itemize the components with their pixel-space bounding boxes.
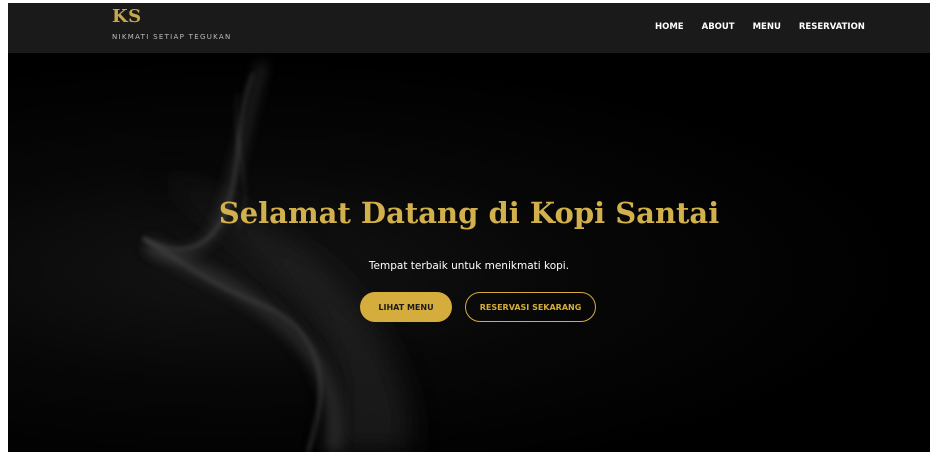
hero-subtitle: Tempat terbaik untuk menikmati kopi. (368, 260, 570, 272)
nav-item-home[interactable]: HOME (655, 22, 684, 32)
nav-item-about[interactable]: ABOUT (702, 22, 735, 32)
reserve-now-button[interactable]: RESERVASI SEKARANG (465, 292, 596, 322)
navbar: KS NIKMATI SETIAP TEGUKAN HOME ABOUT MEN… (8, 3, 930, 53)
nav-item-reservation[interactable]: RESERVATION (799, 22, 865, 32)
nav-item-menu[interactable]: MENU (753, 22, 781, 32)
hero-section: Selamat Datang di Kopi Santai Tempat ter… (8, 53, 930, 452)
page-frame: KS NIKMATI SETIAP TEGUKAN HOME ABOUT MEN… (8, 3, 930, 452)
view-menu-button[interactable]: LIHAT MENU (360, 292, 452, 322)
hero-title: Selamat Datang di Kopi Santai (218, 196, 720, 230)
brand-tagline: NIKMATI SETIAP TEGUKAN (112, 33, 232, 41)
brand-logo[interactable]: KS (112, 6, 142, 27)
main-nav: HOME ABOUT MENU RESERVATION (655, 22, 883, 32)
hero-content: Selamat Datang di Kopi Santai Tempat ter… (8, 53, 930, 452)
